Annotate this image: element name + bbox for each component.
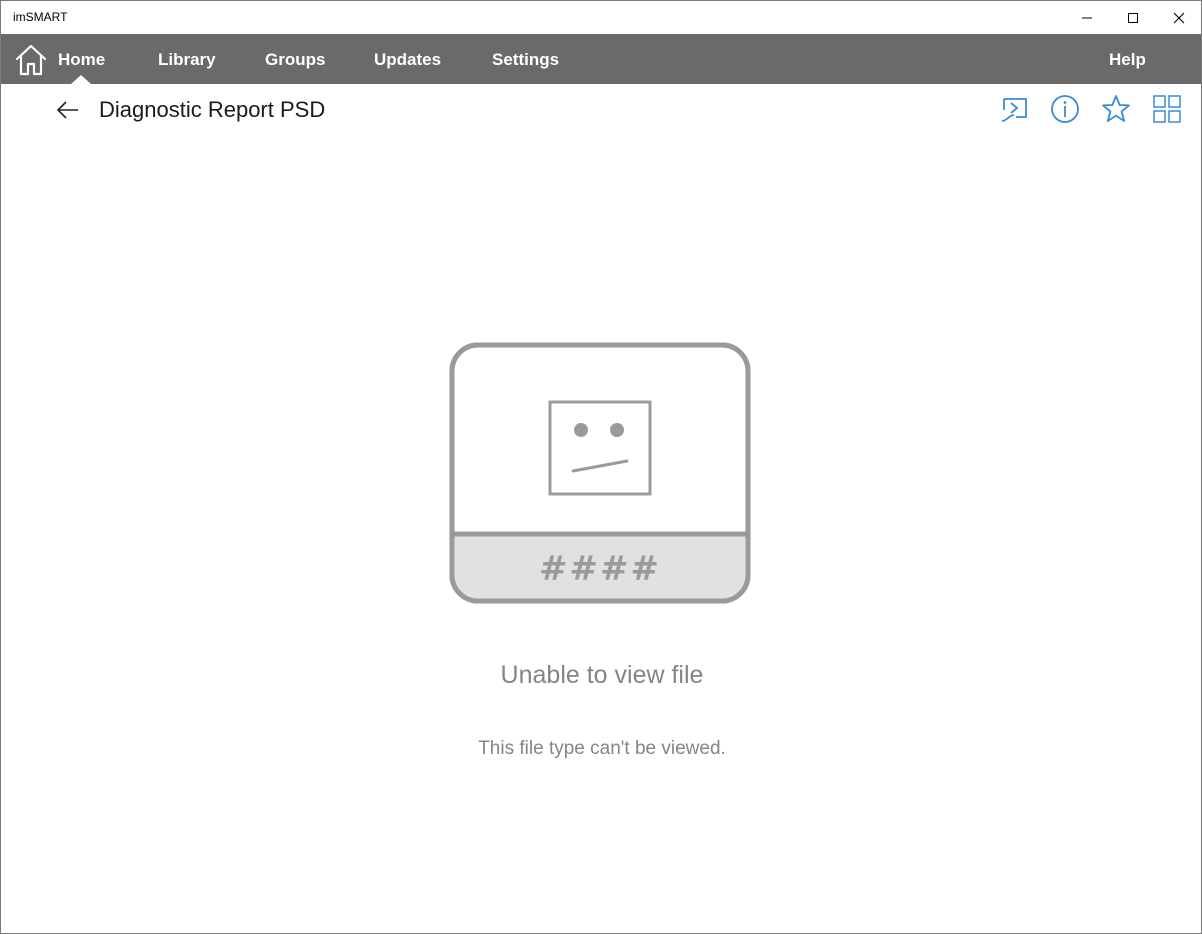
nav-item-settings[interactable]: Settings [492,50,559,70]
error-message: This file type can't be viewed. [478,738,726,759]
info-icon[interactable] [1049,93,1081,125]
close-button[interactable] [1156,1,1202,34]
placeholder-code: #### [539,549,661,589]
present-icon[interactable] [999,93,1031,125]
app-window: imSMART Home Library Groups Updates Sett… [0,0,1202,934]
nav-item-groups[interactable]: Groups [265,50,325,70]
title-bar: imSMART [1,1,1201,34]
maximize-icon [1128,12,1138,23]
close-icon [1173,12,1185,23]
grid-view-icon[interactable] [1151,93,1183,125]
minimize-icon [1082,17,1092,18]
star-icon[interactable] [1100,93,1132,125]
active-nav-indicator [71,75,91,84]
error-title: Unable to view file [500,661,704,689]
app-title: imSMART [13,10,68,24]
home-icon[interactable] [14,43,48,77]
page-title: Diagnostic Report PSD [99,97,326,122]
nav-item-library[interactable]: Library [158,50,216,70]
minimize-button[interactable] [1064,1,1110,34]
top-nav: Home Library Groups Updates Settings Hel… [1,34,1201,84]
nav-item-updates[interactable]: Updates [374,50,441,70]
nav-item-help[interactable]: Help [1109,50,1146,70]
back-arrow-icon[interactable] [55,97,81,123]
maximize-button[interactable] [1110,1,1156,34]
nav-item-home[interactable]: Home [58,50,105,70]
